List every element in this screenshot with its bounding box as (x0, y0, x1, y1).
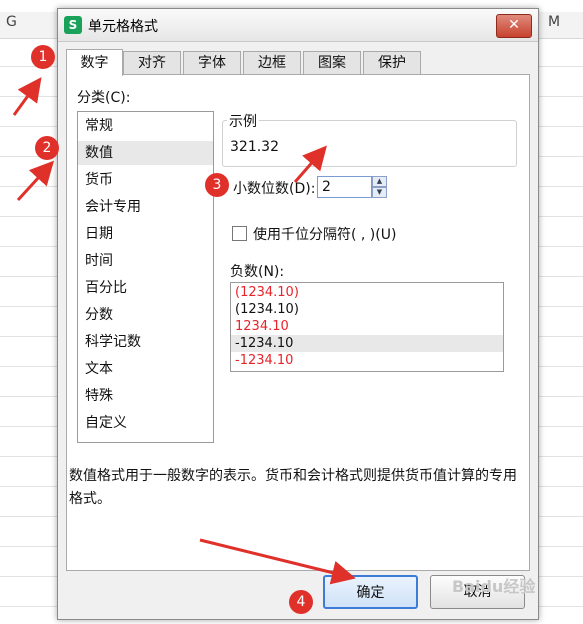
baidu-watermark: Baidu经验 (452, 577, 536, 596)
arrow-2 (16, 160, 55, 202)
step-marker-4: 4 (289, 590, 313, 614)
annotation-arrows (12, 77, 356, 585)
step-marker-3: 3 (205, 173, 229, 197)
step-marker-1: 1 (31, 45, 55, 69)
step-marker-2: 2 (35, 136, 59, 160)
arrow-4 (199, 538, 356, 585)
arrow-3 (293, 145, 327, 183)
arrow-1 (12, 77, 42, 116)
